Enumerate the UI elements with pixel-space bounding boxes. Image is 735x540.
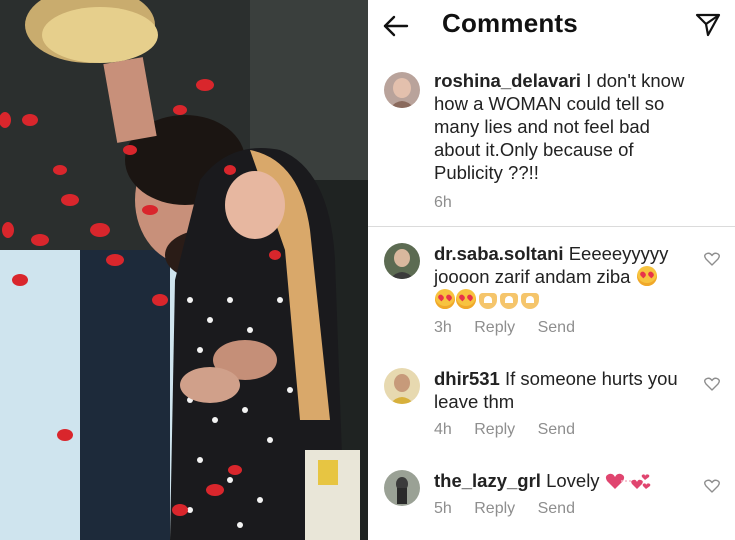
comment-text: the_lazy_grl Lovely <box>434 469 696 492</box>
heart-eyes-emoji-icon <box>456 289 476 309</box>
comment-text: dhir531 If someone hurts you leave thm <box>434 367 696 413</box>
comment-meta: 3h Reply Send <box>434 319 593 337</box>
comment-time: 4h <box>434 421 452 438</box>
avatar[interactable] <box>384 470 420 506</box>
comment-time: 3h <box>434 319 452 336</box>
comment-text: dr.saba.soltani Eeeeeyyyyy joooon zarif … <box>434 242 692 311</box>
divider <box>368 226 735 227</box>
reply-button[interactable]: Reply <box>474 500 515 517</box>
arrow-left-icon <box>383 15 409 37</box>
comments-panel: Comments roshina_delavari I don't know h… <box>368 0 735 540</box>
send-button[interactable]: Send <box>538 500 575 517</box>
paper-plane-icon <box>695 13 721 37</box>
send-button[interactable]: Send <box>538 319 575 336</box>
comment-username[interactable]: dhir531 <box>434 368 500 389</box>
avatar-image <box>384 470 420 506</box>
avatar-image <box>384 72 420 108</box>
heart-hands-emoji-icon <box>521 293 539 309</box>
avatar[interactable] <box>384 368 420 404</box>
like-heart-icon[interactable] <box>704 252 720 266</box>
send-button[interactable]: Send <box>538 421 575 438</box>
back-button[interactable] <box>382 12 410 40</box>
like-heart-icon[interactable] <box>704 479 720 493</box>
heart-eyes-emoji-icon <box>435 289 455 309</box>
comment-username[interactable]: dr.saba.soltani <box>434 243 564 264</box>
comment-meta: 4h Reply Send <box>434 421 593 439</box>
comment-meta: 5h Reply Send <box>434 500 593 518</box>
caption-time: 6h <box>434 194 452 211</box>
pink-hearts-emoji-icon <box>605 473 651 489</box>
comment-body: Lovely <box>546 470 600 491</box>
caption-meta: 6h <box>434 194 470 212</box>
comment-time: 5h <box>434 500 452 517</box>
caption-text: roshina_delavari I don't know how a WOMA… <box>434 69 694 184</box>
photo-illustration <box>0 0 368 540</box>
heart-hands-emoji-icon <box>500 293 518 309</box>
reply-button[interactable]: Reply <box>474 319 515 336</box>
avatar-image <box>384 368 420 404</box>
page-title: Comments <box>442 8 578 38</box>
post-photo <box>0 0 368 540</box>
like-heart-icon[interactable] <box>704 377 720 391</box>
caption-username[interactable]: roshina_delavari <box>434 70 581 91</box>
reply-button[interactable]: Reply <box>474 421 515 438</box>
avatar[interactable] <box>384 243 420 279</box>
comments-header: Comments <box>368 0 735 50</box>
heart-hands-emoji-icon <box>479 293 497 309</box>
comment-username[interactable]: the_lazy_grl <box>434 470 541 491</box>
heart-eyes-emoji-icon <box>636 266 657 286</box>
avatar-image <box>384 243 420 279</box>
avatar[interactable] <box>384 72 420 108</box>
share-button[interactable] <box>695 12 721 38</box>
